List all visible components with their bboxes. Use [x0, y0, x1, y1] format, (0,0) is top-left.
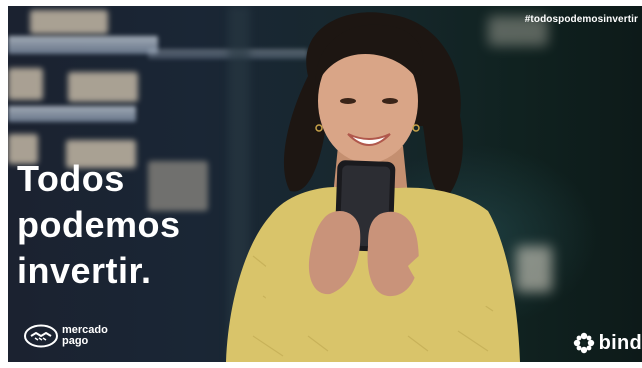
promo-banner: #todospodemosinvertir Todos podemos inve…: [8, 6, 642, 362]
bind-logo: bind: [572, 331, 642, 355]
pago-text: pago: [62, 335, 89, 347]
headline-line-1: Todos: [17, 158, 125, 199]
headline: Todos podemos invertir.: [17, 156, 181, 294]
hashtag-text: #todospodemosinvertir: [524, 14, 638, 25]
headline-line-2: podemos: [17, 204, 181, 245]
mercado-pago-logo: mercado pago: [24, 324, 108, 348]
bind-text: bind: [598, 331, 642, 354]
headline-line-3: invertir.: [17, 250, 152, 291]
handshake-icon: [24, 324, 58, 348]
flower-icon: [573, 332, 594, 354]
